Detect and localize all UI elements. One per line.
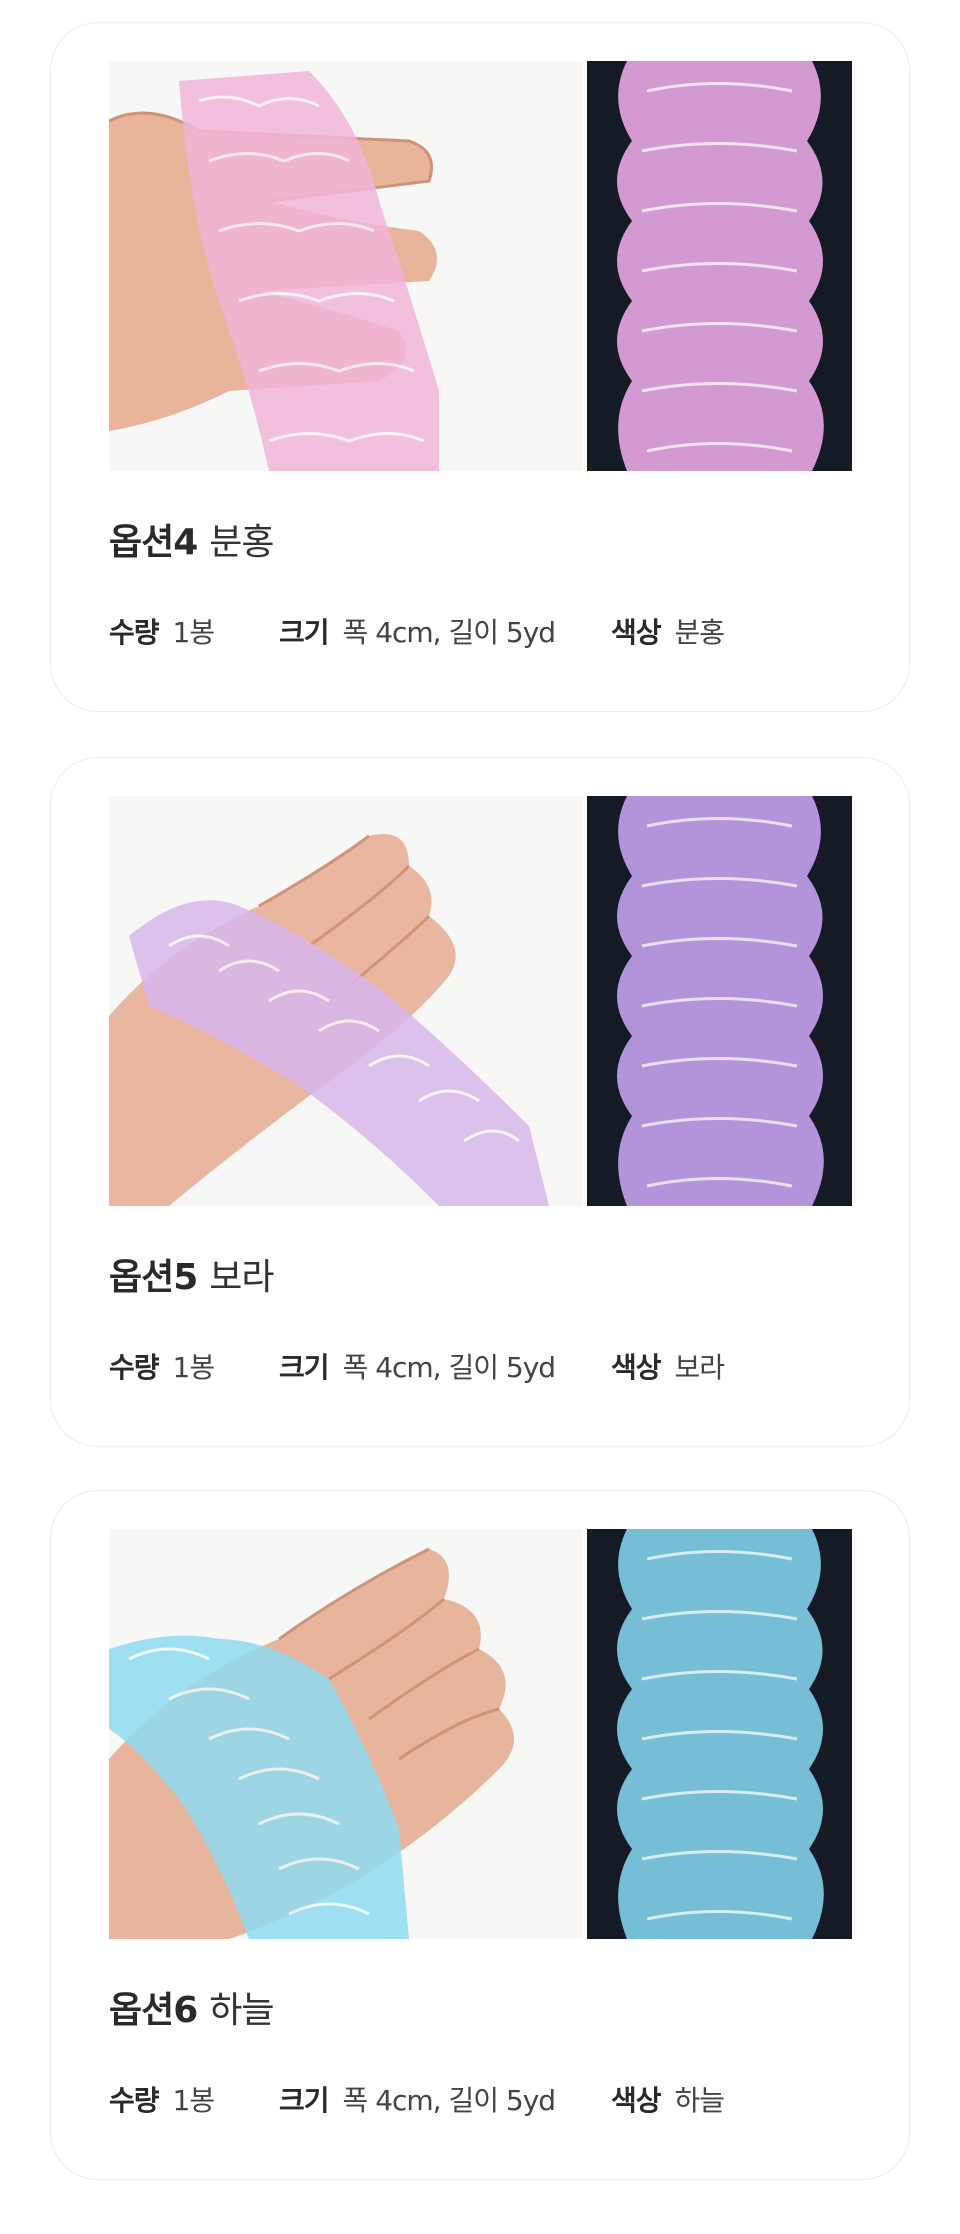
spec-key: 수량 (109, 616, 160, 649)
option-name: 분홍 (209, 522, 274, 563)
spec-value: 1봉 (172, 616, 216, 649)
option-card-5: 옵션5 보라 수량 1봉 크기 폭 4cm, 길이 5yd 색상 보라 (50, 757, 910, 1447)
spec-key: 수량 (109, 1351, 160, 1384)
spec-quantity: 수량 1봉 (109, 613, 216, 653)
spec-value: 보라 (674, 1351, 726, 1384)
spec-key: 색상 (611, 2084, 662, 2117)
option-title: 옵션6 하늘 (109, 1989, 275, 2033)
option-title: 옵션5 보라 (109, 1256, 275, 1300)
spec-color: 색상 보라 (611, 1348, 726, 1388)
spec-quantity: 수량 1봉 (109, 2081, 216, 2121)
option-title: 옵션4 분홍 (109, 521, 275, 565)
spec-value: 분홍 (674, 616, 726, 649)
lace-hand-photo (109, 1529, 583, 1939)
spec-key: 수량 (109, 2084, 160, 2117)
spec-value: 1봉 (172, 2084, 216, 2117)
option-card-4: 옵션4 분홍 수량 1봉 크기 폭 4cm, 길이 5yd 색상 분홍 (50, 22, 910, 712)
spec-quantity: 수량 1봉 (109, 1348, 216, 1388)
lace-closeup-photo (587, 796, 852, 1206)
spec-key: 크기 (279, 1351, 330, 1384)
spec-color: 색상 분홍 (611, 613, 726, 653)
spec-size: 크기 폭 4cm, 길이 5yd (279, 613, 557, 653)
option-label: 옵션5 (109, 1257, 198, 1298)
spec-value: 폭 4cm, 길이 5yd (342, 2084, 557, 2117)
option-name: 보라 (209, 1257, 274, 1298)
spec-key: 크기 (279, 2084, 330, 2117)
lace-closeup-photo (587, 61, 852, 471)
lace-closeup-photo (587, 1529, 852, 1939)
lace-hand-photo (109, 796, 583, 1206)
spec-key: 색상 (611, 1351, 662, 1384)
spec-value: 폭 4cm, 길이 5yd (342, 1351, 557, 1384)
spec-value: 하늘 (674, 2084, 726, 2117)
option-card-6: 옵션6 하늘 수량 1봉 크기 폭 4cm, 길이 5yd 색상 하늘 (50, 1490, 910, 2180)
spec-key: 크기 (279, 616, 330, 649)
spec-key: 색상 (611, 616, 662, 649)
option-label: 옵션4 (109, 522, 198, 563)
spec-size: 크기 폭 4cm, 길이 5yd (279, 1348, 557, 1388)
option-label: 옵션6 (109, 1990, 198, 2031)
spec-size: 크기 폭 4cm, 길이 5yd (279, 2081, 557, 2121)
lace-hand-photo (109, 61, 583, 471)
option-name: 하늘 (209, 1990, 274, 2031)
spec-value: 1봉 (172, 1351, 216, 1384)
spec-color: 색상 하늘 (611, 2081, 726, 2121)
spec-value: 폭 4cm, 길이 5yd (342, 616, 557, 649)
